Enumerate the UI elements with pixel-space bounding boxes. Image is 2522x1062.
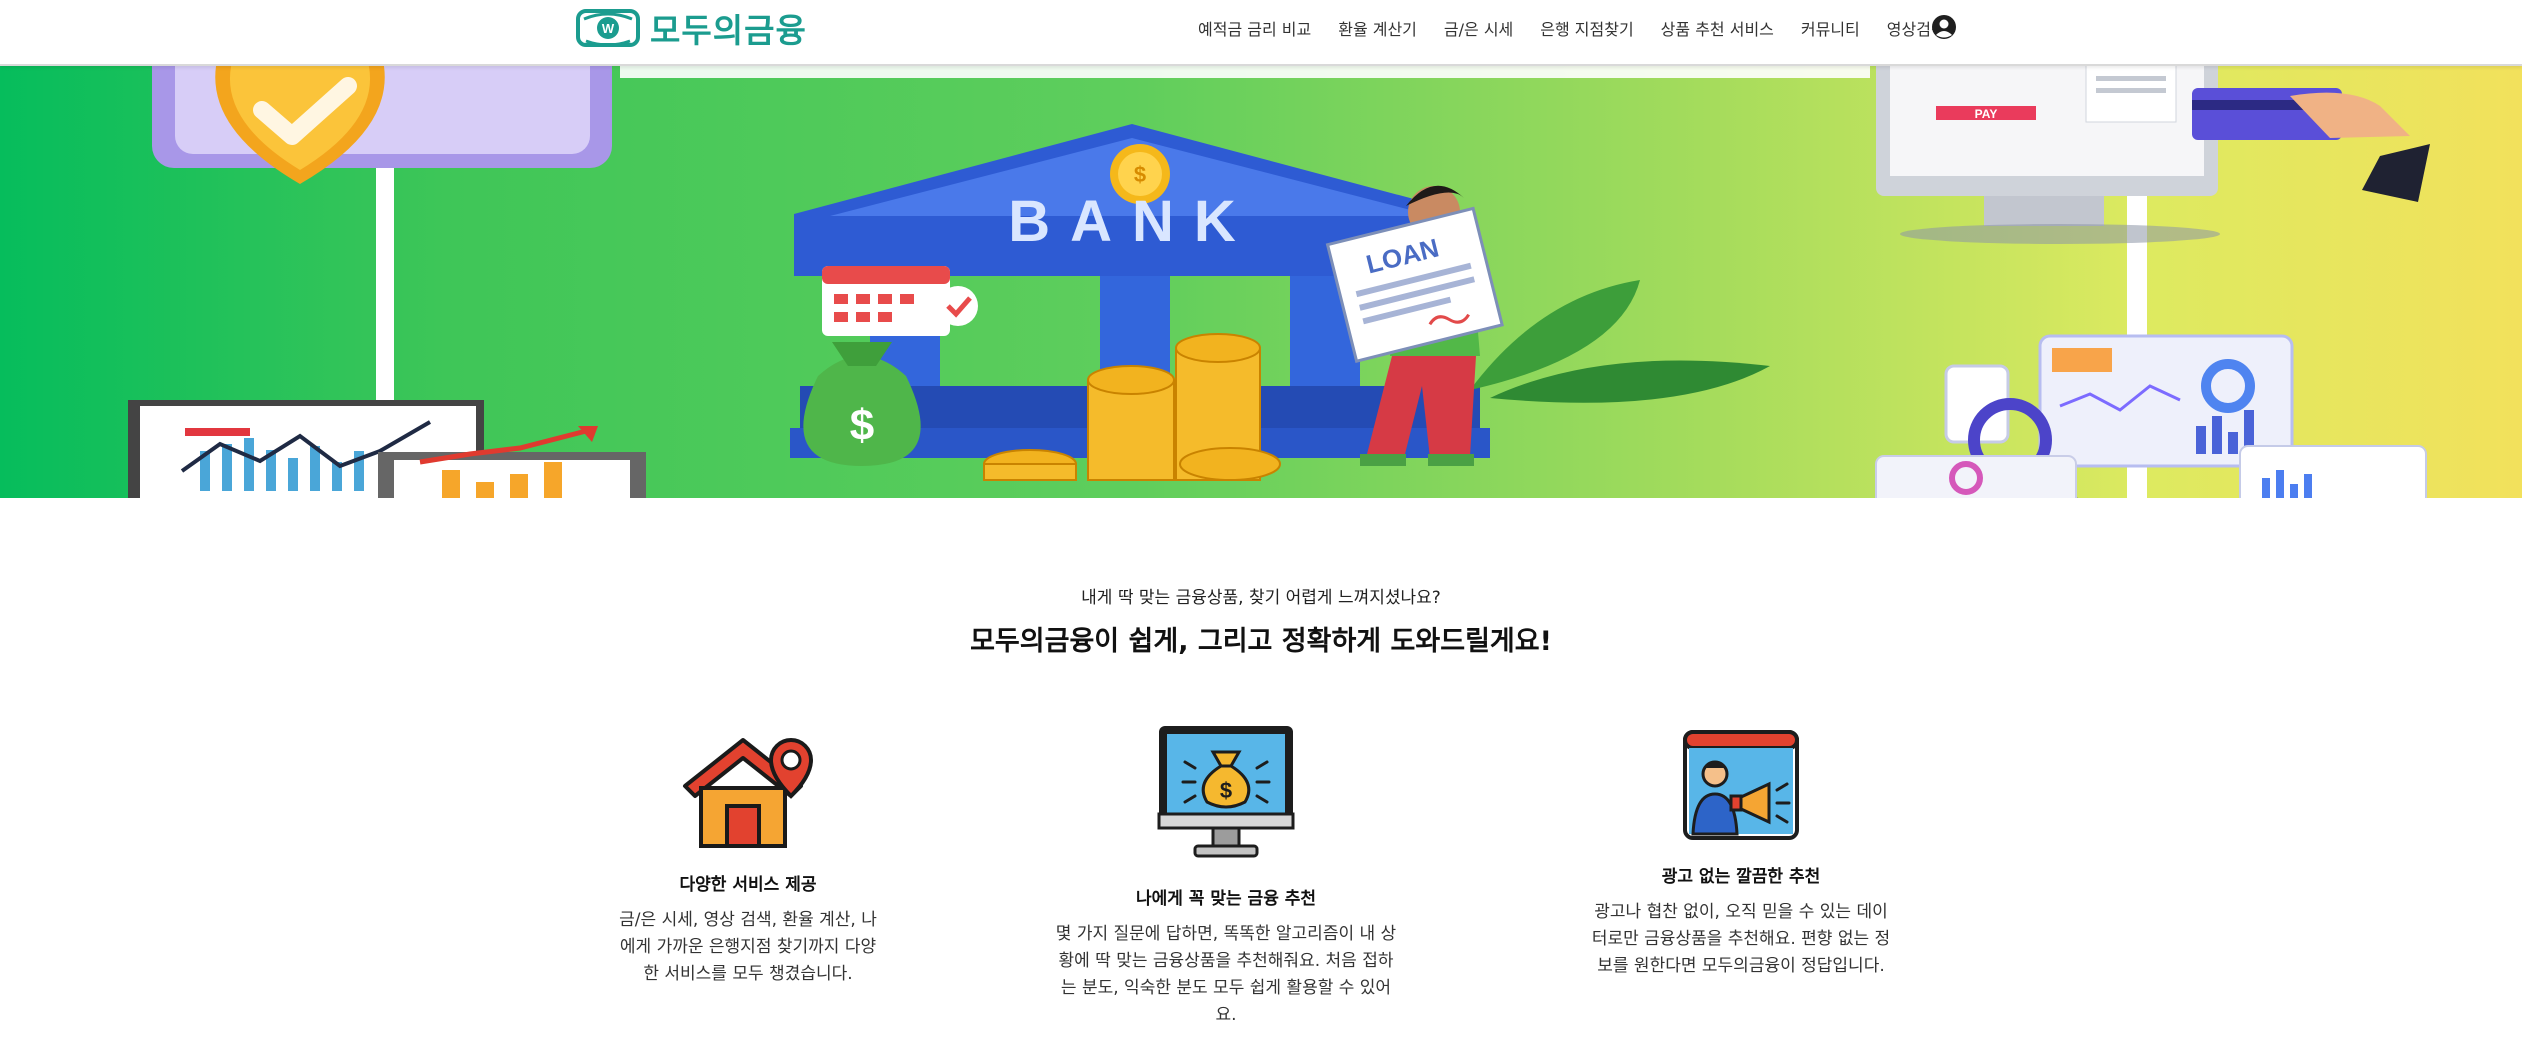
svg-text:$: $ (850, 401, 874, 450)
nav-product-recommend[interactable]: 상품 추천 서비스 (1661, 16, 1774, 40)
site-header: W 모두의금융 예적금 금리 비교 환율 계산기 금/은 시세 은행 지점찾기 … (0, 0, 2522, 66)
calendar-icon (822, 266, 978, 336)
house-location-icon (683, 737, 814, 848)
svg-text:$: $ (1134, 162, 1146, 187)
plant-leaves (1470, 280, 1770, 403)
hero-banner: $ BANK $ LOAN PAY (0, 66, 2522, 498)
user-circle-icon[interactable] (1931, 14, 1957, 40)
feature-description: 몇 가지 질문에 답하면, 똑똑한 알고리즘이 내 상황에 딱 맞는 금융상품을… (1055, 924, 1397, 1025)
nav-bank-branch-finder[interactable]: 은행 지점찾기 (1540, 16, 1633, 40)
feature-card-services: 다양한 서비스 제공 금/은 시세, 영상 검색, 환율 계산, 나에게 가까운… (558, 730, 938, 988)
wallet-logo-icon: W (576, 9, 640, 47)
monitor-payment-icon: PAY (1876, 66, 2430, 244)
brand-name: 모두의금융 (650, 11, 807, 50)
brand-logo[interactable]: W 모두의금융 (576, 6, 807, 50)
nav-community[interactable]: 커뮤니티 (1801, 16, 1860, 40)
monitor-money-bag-icon: $ (1157, 726, 1295, 858)
feature-title: 다양한 서비스 제공 (679, 875, 817, 895)
megaphone-presenter-icon (1683, 730, 1799, 840)
nav-deposit-rate-compare[interactable]: 예적금 금리 비교 (1198, 16, 1311, 40)
svg-text:PAY: PAY (1975, 107, 1998, 121)
main-nav: 예적금 금리 비교 환율 계산기 금/은 시세 은행 지점찾기 상품 추천 서비… (1198, 0, 1973, 56)
intro-title: 모두의금융이 쉽게, 그리고 정확하게 도와드릴게요! (970, 626, 1552, 657)
nav-exchange-calculator[interactable]: 환율 계산기 (1338, 16, 1417, 40)
analytics-dashboard-icon (1875, 334, 2427, 498)
intro-subtitle: 내게 딱 맞는 금융상품, 찾기 어렵게 느껴지셨나요? (1081, 588, 1441, 608)
shield-check-icon (152, 66, 612, 184)
svg-text:W: W (602, 21, 615, 36)
feature-title: 광고 없는 깔끔한 추천 (1661, 867, 1821, 887)
feature-description: 광고나 협찬 없이, 오직 믿을 수 있는 데이터로만 금융상품을 추천해요. … (1591, 902, 1891, 976)
feature-title: 나에게 꼭 맞는 금융 추천 (1135, 889, 1317, 909)
feature-card-recommend: $ 나에게 꼭 맞는 금융 추천 몇 가지 질문에 답하면, 똑똑한 알고리즘이… (1036, 722, 1416, 1029)
svg-text:BANK: BANK (1008, 189, 1256, 254)
svg-text:$: $ (1220, 778, 1232, 803)
nav-gold-silver-price[interactable]: 금/은 시세 (1444, 16, 1513, 40)
hero-illustration: $ BANK $ LOAN PAY (128, 66, 2430, 498)
feature-card-no-ads: 광고 없는 깔끔한 추천 광고나 협찬 없이, 오직 믿을 수 있는 데이터로만… (1551, 728, 1931, 980)
feature-description: 금/은 시세, 영상 검색, 환율 계산, 나에게 가까운 은행지점 찾기까지 … (619, 910, 877, 984)
